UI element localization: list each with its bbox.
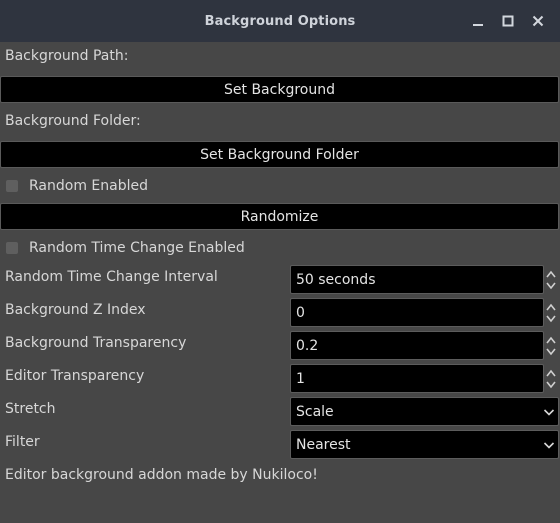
set-background-button[interactable]: Set Background <box>0 76 559 103</box>
minimize-button[interactable] <box>470 13 486 29</box>
minimize-icon <box>473 24 483 26</box>
background-folder-label: Background Folder: <box>5 113 141 129</box>
editor-transparency-field-row: Editor Transparency 1 <box>0 364 560 394</box>
stretch-field-row: Stretch Scale <box>0 397 560 427</box>
stretch-dropdown[interactable]: Scale <box>290 397 559 426</box>
title-bar[interactable]: Background Options <box>0 0 560 42</box>
filter-dropdown[interactable]: Nearest <box>290 430 559 459</box>
background-options-window: Background Options Background Path: Set … <box>0 0 560 523</box>
background-transparency-label: Background Transparency <box>5 335 187 351</box>
maximize-button[interactable] <box>500 13 516 29</box>
credit-text: Editor background addon made by Nukiloco… <box>5 467 318 483</box>
window-title: Background Options <box>204 13 356 29</box>
window-controls <box>470 0 546 42</box>
background-path-label: Background Path: <box>5 48 129 64</box>
spinner-arrows-icon[interactable] <box>545 335 557 357</box>
interval-spinbox[interactable]: 50 seconds <box>290 265 544 294</box>
random-enabled-checkbox[interactable] <box>6 180 18 192</box>
close-icon <box>532 15 544 27</box>
stretch-label: Stretch <box>5 401 56 417</box>
editor-transparency-label: Editor Transparency <box>5 368 145 384</box>
random-enabled-label: Random Enabled <box>29 178 148 194</box>
z-index-spinbox[interactable]: 0 <box>290 298 544 327</box>
filter-field-row: Filter Nearest <box>0 430 560 460</box>
randomize-button[interactable]: Randomize <box>0 203 559 230</box>
random-time-change-label: Random Time Change Enabled <box>29 240 245 256</box>
background-transparency-field-row: Background Transparency 0.2 <box>0 331 560 361</box>
z-index-label: Background Z Index <box>5 302 146 318</box>
random-time-change-row[interactable]: Random Time Change Enabled <box>5 240 245 256</box>
chevron-down-icon <box>543 442 555 449</box>
background-transparency-spinbox[interactable]: 0.2 <box>290 331 544 360</box>
editor-transparency-spinbox[interactable]: 1 <box>290 364 544 393</box>
random-enabled-row[interactable]: Random Enabled <box>5 178 148 194</box>
close-button[interactable] <box>530 13 546 29</box>
z-index-field-row: Background Z Index 0 <box>0 298 560 328</box>
filter-selected-value: Nearest <box>296 436 351 453</box>
stretch-selected-value: Scale <box>296 403 334 420</box>
interval-label: Random Time Change Interval <box>5 269 218 285</box>
spinner-arrows-icon[interactable] <box>545 302 557 324</box>
random-time-change-checkbox[interactable] <box>6 242 18 254</box>
maximize-icon <box>502 15 514 27</box>
set-background-folder-button[interactable]: Set Background Folder <box>0 141 559 168</box>
chevron-down-icon <box>543 409 555 416</box>
spinner-arrows-icon[interactable] <box>545 269 557 291</box>
spinner-arrows-icon[interactable] <box>545 368 557 390</box>
filter-label: Filter <box>5 434 40 450</box>
interval-field-row: Random Time Change Interval 50 seconds <box>0 265 560 295</box>
